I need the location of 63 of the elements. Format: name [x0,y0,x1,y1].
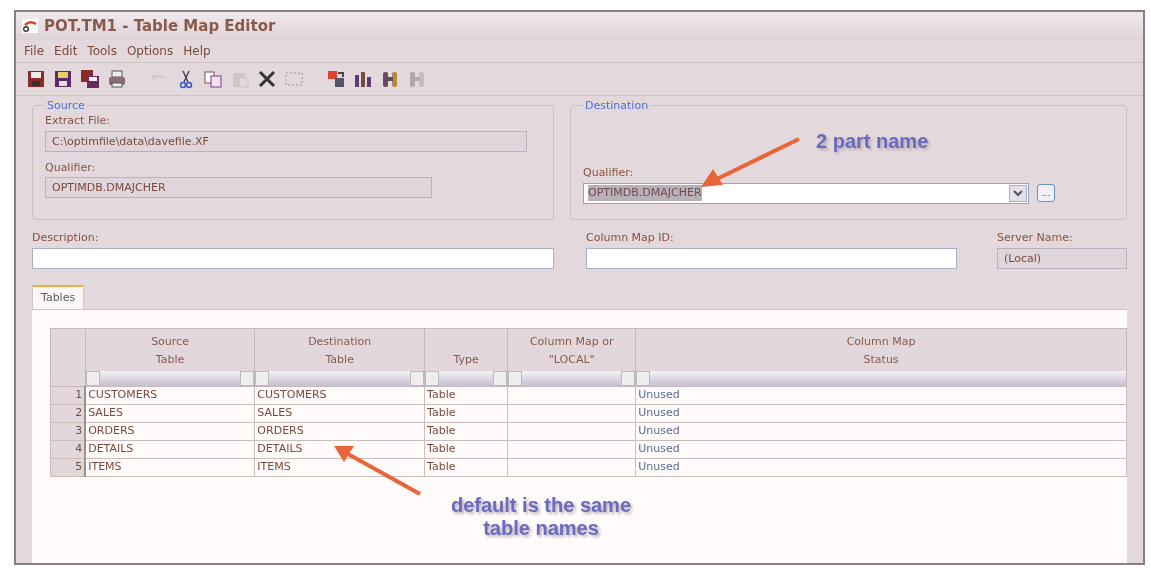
group-legend: Source [45,100,87,111]
floppy-disks-icon[interactable] [80,69,100,89]
table-cell: CUSTOMERS [254,386,425,405]
table-cell: CUSTOMERS [85,386,255,405]
floppy-disk-icon[interactable] [53,69,73,89]
annotation-text: 2 part name [816,130,929,153]
floppy-disk-icon[interactable] [26,69,46,89]
table-cell: SALES [85,404,255,423]
field-label: Description: [32,230,100,246]
table-cell: Unused [635,386,1127,405]
column-header: Type [452,352,480,368]
printer-icon[interactable] [107,69,127,89]
field-label: Extract File: [45,113,111,129]
table-cell: Unused [635,404,1127,423]
table-cell: ITEMS [254,458,425,477]
column-header: Column Map Status [845,334,917,368]
table-cell: Table [424,422,508,441]
server-name-dropdown[interactable]: (Local) [997,247,1127,269]
menu-item[interactable]: Edit [54,42,78,60]
table-cell: Table [424,386,508,405]
header-scrollbar[interactable] [255,371,424,386]
menu-item[interactable]: Options [126,42,174,60]
copy-icon[interactable] [203,69,223,89]
columns-icon[interactable] [353,69,373,89]
table-cell: Table [424,404,508,423]
menu-item[interactable]: Help [183,42,211,60]
field-label: Qualifier: [583,165,635,181]
menu-item[interactable]: Tools [87,42,117,60]
column-header: Source Table [150,334,190,368]
header-scrollbar[interactable] [425,371,508,386]
binoculars-icon[interactable] [380,69,400,89]
extract-file-field[interactable]: C:\optimfile\data\davefile.XF [45,130,527,152]
group-legend: Destination [583,100,651,111]
annotation-text: default is the same table names [449,494,633,540]
table-cell: Unused [635,458,1127,477]
table-cell: Table [424,440,508,459]
qualifier-field[interactable]: OPTIMDB.DMAJCHER [45,177,432,198]
table-cell: SALES [254,404,425,423]
field-label: Qualifier: [45,159,97,176]
browse-button[interactable]: ... [1037,184,1055,202]
header-scrollbar[interactable] [508,371,636,386]
table-cell: ORDERS [85,422,255,441]
table-cell: Table [424,458,508,477]
table-cell: ORDERS [254,422,425,441]
column-header: Destination Table [307,334,373,368]
cross-icon[interactable] [257,69,277,89]
window-title: POT.TM1 - Table Map Editor [44,15,276,37]
table-cell: ITEMS [85,458,255,477]
table-cell: DETAILS [85,440,255,459]
table-cell: Unused [635,440,1127,459]
app-logo-icon [22,19,38,33]
qualifier-dropdown[interactable]: OPTIMDB.DMAJCHER [583,182,1029,204]
header-scrollbar[interactable] [85,371,255,386]
table-arrow-icon[interactable] [326,69,346,89]
description-field[interactable] [32,247,554,269]
header-scrollbar[interactable] [636,371,1126,386]
column-header: Column Map or "LOCAL" [528,334,615,368]
field-label: Column Map ID: [586,230,675,246]
tab[interactable]: Tables [32,284,85,309]
column-map-id-field[interactable] [586,247,957,269]
table-cell: Unused [635,422,1127,441]
field-label: Server Name: [997,230,1074,246]
menu-item[interactable]: File [24,42,45,60]
